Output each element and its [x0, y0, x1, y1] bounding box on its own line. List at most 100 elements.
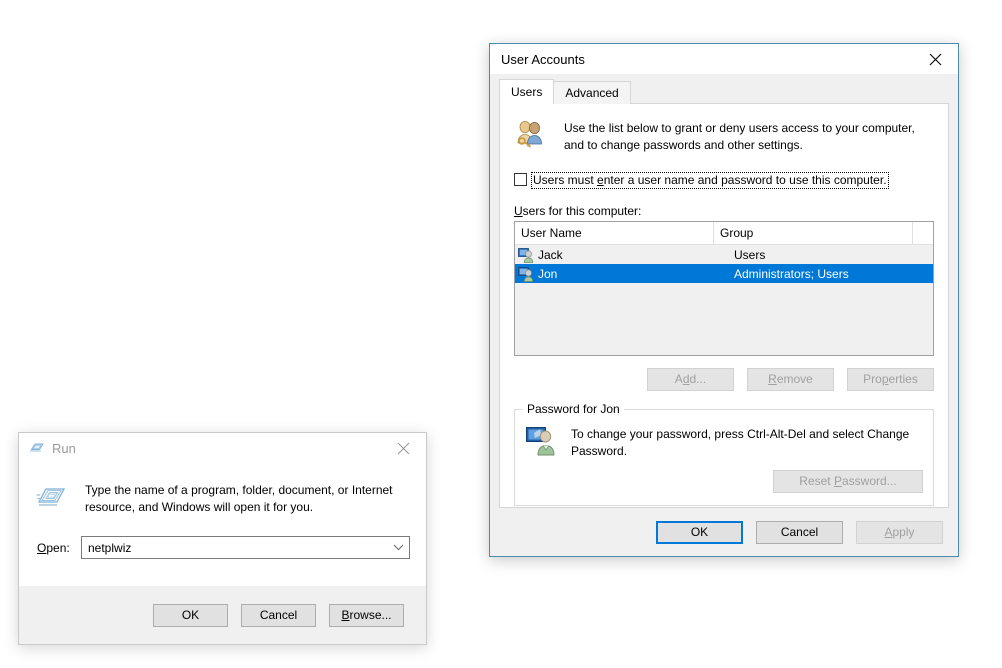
open-combobox[interactable]: netplwiz [81, 536, 410, 559]
cell-group: Administrators; Users [734, 266, 849, 281]
column-header-group[interactable]: Group [714, 222, 913, 244]
run-large-icon [36, 488, 66, 506]
cell-user-name: Jon [538, 266, 558, 281]
table-row[interactable]: Jon Administrators; Users [515, 264, 933, 283]
listview-body: Jack Users Jon Administrators; Users [515, 245, 933, 355]
cell-user-name: Jack [538, 247, 563, 262]
cancel-button-label: Cancel [780, 524, 819, 539]
add-button-before: A [674, 372, 683, 386]
cancel-button[interactable]: Cancel [756, 520, 843, 544]
apply-button[interactable]: Apply [856, 520, 943, 544]
close-icon [929, 53, 942, 65]
run-ok-button[interactable]: OK [153, 603, 228, 627]
chevron-down-icon [393, 544, 403, 551]
open-label: Open: [37, 541, 81, 555]
run-ok-label: OK [181, 607, 200, 622]
column-header-extra[interactable] [913, 222, 933, 244]
reset-password-row: Reset Password... [525, 460, 923, 493]
tab-users[interactable]: Users [499, 79, 555, 104]
properties-button-after: erties [888, 372, 918, 386]
intro-row: Use the list below to grant or deny user… [500, 104, 948, 154]
reset-password-button[interactable]: Reset Password... [773, 470, 923, 493]
run-cancel-button[interactable]: Cancel [241, 603, 316, 627]
user-icon [518, 247, 534, 263]
open-label-mnemonic: O [37, 540, 47, 555]
require-password-row[interactable]: Users must enter a user name and passwor… [500, 154, 948, 189]
remove-button-mnemonic: R [768, 372, 777, 386]
run-open-row: Open: netplwiz [19, 516, 426, 559]
require-password-label[interactable]: Users must enter a user name and passwor… [531, 172, 889, 189]
users-tab-panel: Use the list below to grant or deny user… [499, 103, 949, 508]
properties-button-mnemonic: p [881, 372, 889, 386]
run-close-button[interactable] [381, 434, 426, 463]
column-header-user-name[interactable]: User Name [515, 222, 714, 244]
intro-line-1: Use the list below to grant or deny user… [564, 121, 915, 135]
password-info-row: To change your password, press Ctrl-Alt-… [525, 424, 923, 460]
run-intro-text: Type the name of a program, folder, docu… [67, 480, 393, 516]
listview-header: User Name Group [515, 222, 933, 245]
user-accounts-dialog[interactable]: User Accounts Users Advanced Use the lis… [489, 43, 959, 557]
intro-line-2: and to change passwords and other settin… [564, 138, 803, 152]
ok-button-label: OK [690, 524, 709, 539]
users-key-icon [517, 121, 542, 148]
run-footer: OK Cancel Browse... [19, 586, 426, 644]
users-listview[interactable]: User Name Group Jack Users Jon Administr… [514, 221, 934, 356]
open-label-rest: pen: [46, 540, 70, 555]
run-browse-after: rowse... [349, 607, 392, 622]
run-dialog[interactable]: Run Type the name of a program, folder, … [18, 432, 427, 645]
require-password-checkbox[interactable] [514, 173, 527, 186]
password-groupbox-title: Password for Jon [523, 402, 624, 416]
add-button-after: d... [689, 372, 707, 386]
run-browse-button[interactable]: Browse... [329, 603, 404, 627]
run-intro-line-2: resource, and Windows will open it for y… [85, 500, 314, 514]
remove-button-after: emove [776, 372, 813, 386]
open-input[interactable]: netplwiz [82, 541, 387, 555]
require-password-label-mnemonic: e [597, 173, 604, 187]
run-body: Type the name of a program, folder, docu… [19, 463, 426, 586]
cell-group: Users [734, 247, 766, 262]
users-list-label: Users for this computer: [500, 189, 948, 221]
add-button[interactable]: Add... [647, 368, 734, 391]
user-accounts-titlebar[interactable]: User Accounts [490, 44, 958, 74]
run-titlebar[interactable]: Run [19, 433, 426, 463]
password-groupbox: Password for Jon To change your password… [514, 402, 934, 506]
reset-password-after: assword... [842, 474, 897, 488]
run-icon [30, 443, 44, 452]
password-info-text: To change your password, press Ctrl-Alt-… [557, 424, 909, 460]
reset-password-mnemonic: P [833, 474, 842, 488]
password-info-line-1: To change your password, press Ctrl-Alt-… [571, 427, 910, 441]
properties-button[interactable]: Properties [847, 368, 934, 391]
ok-button[interactable]: OK [656, 520, 743, 544]
tab-advanced-label: Advanced [565, 86, 619, 100]
password-info-line-2: Password. [571, 444, 628, 458]
tab-users-label: Users [511, 85, 543, 99]
reset-password-before: Reset [799, 474, 834, 488]
properties-button-before: Pro [863, 372, 882, 386]
require-password-label-after: nter a user name and password to use thi… [603, 173, 887, 187]
apply-button-mnemonic: A [884, 524, 893, 539]
close-icon [397, 442, 410, 454]
remove-button[interactable]: Remove [747, 368, 834, 391]
user-accounts-title: User Accounts [501, 51, 585, 67]
user-icon [518, 266, 534, 282]
tab-advanced[interactable]: Advanced [553, 81, 631, 104]
add-button-mnemonic: d [682, 372, 690, 386]
apply-button-after: pply [892, 524, 915, 539]
user-accounts-footer: OK Cancel Apply [490, 508, 958, 556]
open-dropdown-button[interactable] [387, 544, 409, 551]
intro-text: Use the list below to grant or deny user… [546, 117, 915, 154]
require-password-label-before: Users must [533, 173, 598, 187]
listview-button-row: Add... Remove Properties [500, 356, 948, 391]
tab-strip: Users Advanced [499, 79, 631, 104]
run-title: Run [52, 440, 76, 456]
user-monitor-icon [526, 427, 555, 456]
run-intro-row: Type the name of a program, folder, docu… [19, 463, 426, 516]
users-list-label-mnemonic: U [514, 204, 523, 218]
run-browse-mnemonic: B [341, 607, 350, 622]
run-intro-line-1: Type the name of a program, folder, docu… [85, 483, 393, 497]
run-cancel-label: Cancel [259, 607, 298, 622]
user-accounts-body: Users Advanced Use the list below to gra… [490, 74, 958, 556]
close-button[interactable] [913, 45, 958, 74]
table-row[interactable]: Jack Users [515, 245, 933, 264]
users-list-label-rest: sers for this computer: [522, 204, 642, 218]
